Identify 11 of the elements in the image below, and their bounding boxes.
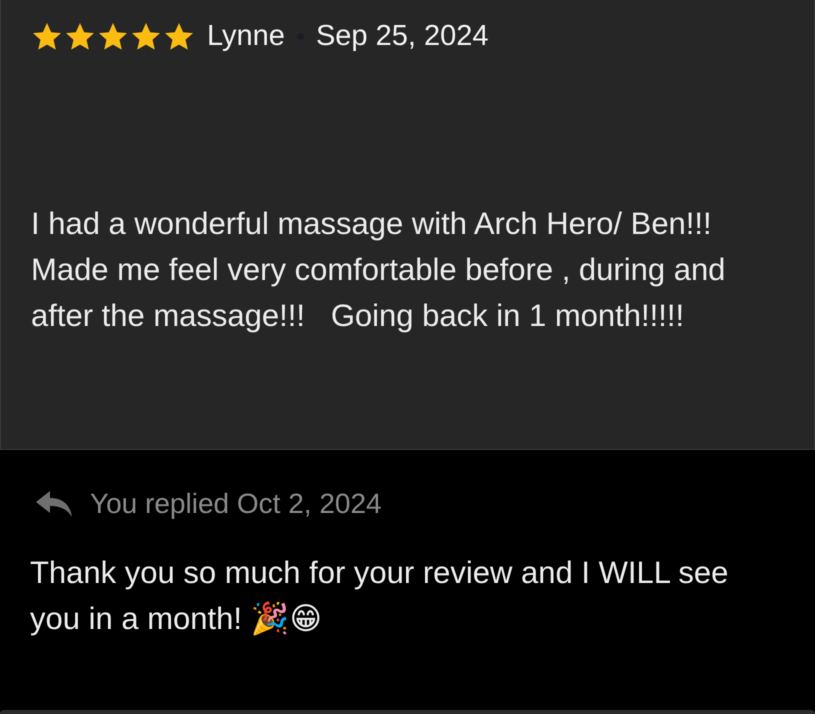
star-icon [31,20,63,52]
star-icon [163,20,195,52]
star-icon [130,20,162,52]
reply-icon [34,489,74,519]
review-text: I had a wonderful massage with Arch Hero/ Ben!!! Made me feel very comfortable before , during and after the massage!!! Going back in 1 month!!!!! [31,205,726,335]
reply-date-label: You replied Oct 2, 2024 [90,488,382,520]
star-icon [97,20,129,52]
reviewer-name: Lynne [207,20,285,53]
reply-text: Thank you so much for your review and I WILL see you in a month! 🎉😁 [30,554,730,638]
review-date: Sep 25, 2024 [316,20,488,53]
star-icon [64,20,96,52]
